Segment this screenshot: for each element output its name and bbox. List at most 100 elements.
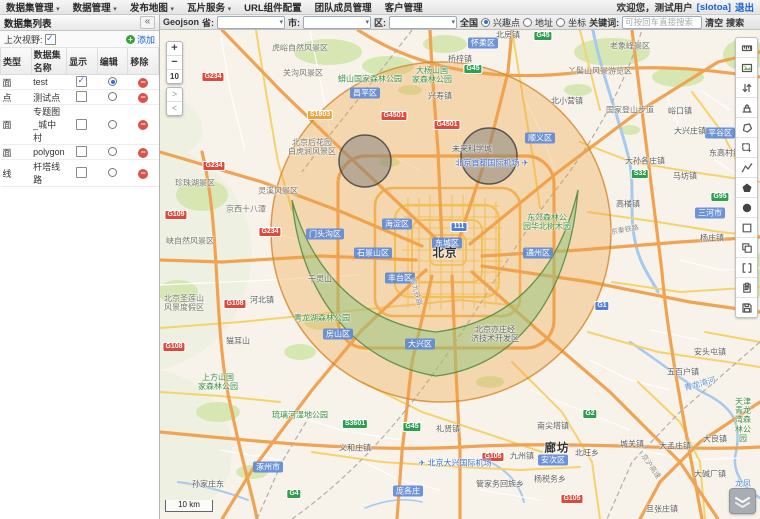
clear-brackets-icon bbox=[741, 262, 753, 274]
edit-radio[interactable] bbox=[108, 168, 117, 177]
province-select[interactable]: ▾ bbox=[217, 16, 285, 29]
draw-circle-icon bbox=[741, 202, 753, 214]
save-button[interactable] bbox=[736, 298, 757, 317]
dataset-sidebar: 数据集列表 « 上次视野: + 添加 类型 数据集名称 显示 编辑 移除 面te… bbox=[0, 15, 160, 519]
address-radio-label[interactable]: 地址 bbox=[535, 16, 553, 29]
remove-button[interactable]: − bbox=[138, 93, 148, 103]
menu-items: 数据集管理 ▾数据管理 ▾发布地图 ▾瓦片服务 ▾URL组件配置 团队成员管理 … bbox=[6, 0, 436, 14]
coord-radio-label[interactable]: 坐标 bbox=[568, 16, 586, 29]
drawn-overlays bbox=[271, 62, 611, 402]
visible-checkbox[interactable] bbox=[76, 91, 87, 102]
edit-radio[interactable] bbox=[108, 92, 117, 101]
district-select[interactable]: ▾ bbox=[389, 16, 457, 29]
address-radio[interactable] bbox=[523, 18, 532, 27]
basemap-switcher-button[interactable] bbox=[729, 488, 756, 514]
table-row-4: 线杆塔线路− bbox=[1, 160, 159, 187]
collapse-sidebar-button[interactable]: « bbox=[140, 16, 155, 29]
history-back-button[interactable]: < bbox=[167, 102, 182, 115]
dataset-name: test bbox=[31, 75, 67, 90]
map-canvas[interactable]: G234G234G234G109G108G108G4501G4501G105G1… bbox=[160, 30, 760, 519]
draw-pentagon-icon bbox=[741, 182, 753, 194]
coord-radio[interactable] bbox=[556, 18, 565, 27]
remove-button[interactable]: − bbox=[138, 120, 148, 130]
landmark-button[interactable] bbox=[736, 98, 757, 118]
app-window: 数据集管理 ▾数据管理 ▾发布地图 ▾瓦片服务 ▾URL组件配置 团队成员管理 … bbox=[0, 0, 760, 519]
col-type: 类型 bbox=[1, 48, 32, 75]
measure-button[interactable] bbox=[736, 38, 757, 58]
remove-button[interactable]: − bbox=[138, 78, 148, 88]
save-icon bbox=[741, 302, 753, 314]
clear-brackets-button[interactable] bbox=[736, 258, 757, 278]
nationwide-button[interactable]: 全国 bbox=[460, 16, 478, 29]
zoom-out-button[interactable]: − bbox=[167, 56, 182, 70]
chevron-down-icon: ▾ bbox=[56, 6, 60, 13]
keyword-label: 关键词: bbox=[589, 16, 619, 29]
menu-item-3[interactable]: 瓦片服务 ▾ bbox=[187, 0, 231, 14]
edit-radio[interactable] bbox=[108, 120, 117, 129]
remove-button[interactable]: − bbox=[138, 169, 148, 179]
keyword-input[interactable] bbox=[622, 16, 702, 29]
dataset-name: polygon bbox=[31, 145, 67, 160]
chevron-down-icon: ▾ bbox=[228, 6, 232, 13]
username-link[interactable]: [slotoa] bbox=[697, 2, 731, 13]
measure-icon bbox=[741, 42, 753, 54]
poi-radio[interactable] bbox=[481, 18, 490, 27]
logout-link[interactable]: 退出 bbox=[735, 0, 754, 14]
copy-feature-button[interactable] bbox=[736, 238, 757, 258]
history-control: > < bbox=[166, 87, 183, 116]
visible-checkbox[interactable] bbox=[76, 76, 87, 87]
dataset-name: 专题图_城中村 bbox=[31, 105, 67, 145]
col-name: 数据集名称 bbox=[31, 48, 67, 75]
draw-polyline-button[interactable] bbox=[736, 158, 757, 178]
visible-checkbox[interactable] bbox=[76, 119, 87, 130]
menu-item-2[interactable]: 发布地图 ▾ bbox=[130, 0, 174, 14]
draw-circle-button[interactable] bbox=[736, 198, 757, 218]
zoom-in-button[interactable]: + bbox=[167, 42, 182, 56]
table-row-1: 点测试点− bbox=[1, 90, 159, 105]
poi-radio-label[interactable]: 兴趣点 bbox=[493, 16, 520, 29]
draw-rectangle-button[interactable] bbox=[736, 218, 757, 238]
city-select[interactable]: ▾ bbox=[303, 16, 371, 29]
map-toolbar bbox=[735, 37, 758, 318]
swap-button[interactable] bbox=[736, 78, 757, 98]
draw-polygon-button[interactable] bbox=[736, 118, 757, 138]
visible-checkbox[interactable] bbox=[76, 146, 87, 157]
last-view-row: 上次视野: + 添加 bbox=[0, 31, 159, 48]
menu-item-1[interactable]: 数据管理 ▾ bbox=[73, 0, 117, 14]
geojson-label[interactable]: Geojson bbox=[163, 17, 199, 27]
remove-button[interactable]: − bbox=[138, 148, 148, 158]
top-menu-bar: 数据集管理 ▾数据管理 ▾发布地图 ▾瓦片服务 ▾URL组件配置 团队成员管理 … bbox=[0, 0, 760, 15]
last-view-checkbox[interactable] bbox=[45, 34, 56, 45]
chevron-down-icon: ▾ bbox=[113, 6, 117, 13]
clear-button[interactable]: 清空 bbox=[705, 16, 723, 29]
clipboard-button[interactable] bbox=[736, 278, 757, 298]
menu-item-5[interactable]: 团队成员管理 bbox=[315, 0, 372, 14]
edit-radio[interactable] bbox=[108, 77, 117, 86]
add-dataset-button[interactable]: + 添加 bbox=[126, 33, 155, 46]
dataset-type: 面 bbox=[1, 105, 32, 145]
col-visible: 显示 bbox=[67, 48, 98, 75]
district-label: 区: bbox=[374, 16, 386, 29]
dataset-type: 点 bbox=[1, 90, 32, 105]
dataset-type: 线 bbox=[1, 160, 32, 187]
chevron-down-icon: ▾ bbox=[452, 18, 456, 26]
edit-radio[interactable] bbox=[108, 147, 117, 156]
layers-chevron-icon bbox=[734, 494, 751, 509]
search-button[interactable]: 搜索 bbox=[726, 16, 744, 29]
select-box-icon bbox=[741, 142, 753, 154]
select-box-button[interactable] bbox=[736, 138, 757, 158]
basemap-image-button[interactable] bbox=[736, 58, 757, 78]
menu-item-6[interactable]: 客户管理 bbox=[385, 0, 423, 14]
menu-item-4[interactable]: URL组件配置 bbox=[244, 0, 302, 14]
dataset-table-header: 类型 数据集名称 显示 编辑 移除 bbox=[1, 48, 159, 75]
last-view-label: 上次视野: bbox=[4, 33, 43, 46]
menu-item-0[interactable]: 数据集管理 ▾ bbox=[6, 0, 60, 14]
draw-pentagon-button[interactable] bbox=[736, 178, 757, 198]
add-label[interactable]: 添加 bbox=[137, 33, 155, 46]
chevron-down-icon: ▾ bbox=[366, 18, 370, 26]
table-row-0: 面test− bbox=[1, 75, 159, 90]
history-forward-button[interactable]: > bbox=[167, 88, 182, 102]
table-row-2: 面专题图_城中村 − bbox=[1, 105, 159, 145]
visible-checkbox[interactable] bbox=[76, 167, 87, 178]
basemap-image-icon bbox=[741, 62, 753, 74]
